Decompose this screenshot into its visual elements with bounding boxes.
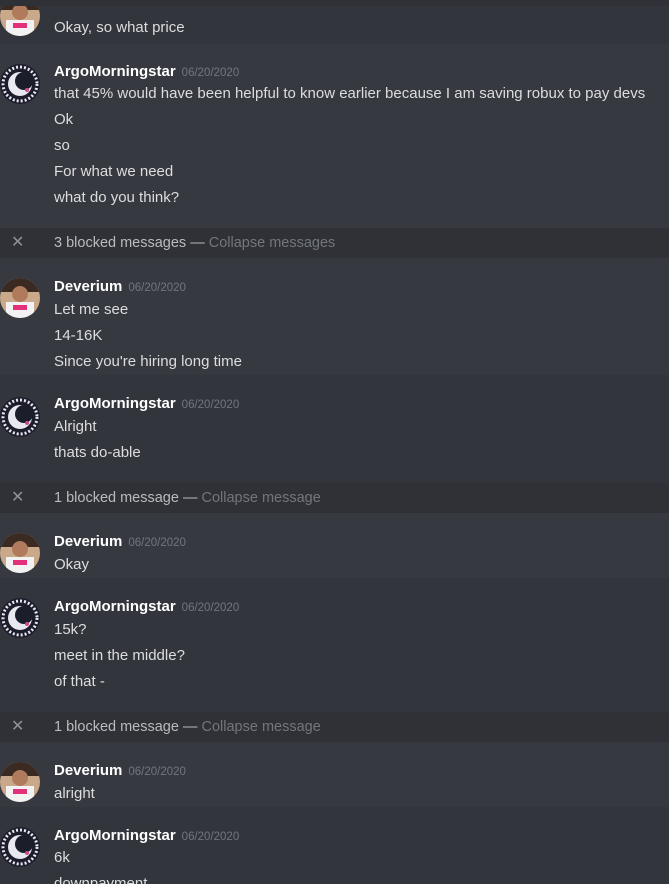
message-group: ArgoMorningstar 06/20/2020 Alright thats … — [0, 375, 669, 483]
close-icon[interactable]: ✕ — [11, 489, 25, 507]
message-text: Alright — [54, 418, 97, 435]
message-group: ArgoMorningstar 06/20/2020 6k downpayment — [0, 807, 669, 884]
avatar-deverium[interactable] — [0, 533, 40, 573]
message-text: downpayment — [54, 875, 148, 884]
blocked-messages-bar: ✕ 3 blocked messages — Collapse messages — [0, 228, 669, 258]
avatar-argomorningstar[interactable] — [0, 827, 40, 867]
message-text: thats do-able — [54, 444, 141, 461]
message-text: alright — [54, 785, 95, 802]
username[interactable]: Deverium — [54, 762, 122, 779]
message-text: Let me see — [54, 301, 129, 318]
avatar-argomorningstar[interactable] — [0, 64, 40, 104]
message-text: 14-16K — [54, 327, 103, 344]
message-timestamp: 06/20/2020 — [128, 282, 186, 294]
message-text: 15k? — [54, 621, 87, 638]
separator: — — [178, 719, 202, 735]
message-text: 6k — [54, 849, 70, 866]
separator: — — [186, 235, 209, 251]
username[interactable]: ArgoMorningstar — [54, 598, 176, 615]
message-timestamp: 06/20/2020 — [181, 399, 240, 411]
message-group: Deverium 06/20/2020 Okay — [0, 513, 669, 578]
message-timestamp: 06/20/2020 — [128, 537, 186, 549]
message-timestamp: 06/20/2020 — [128, 766, 186, 778]
collapse-message-link[interactable]: Collapse message — [202, 719, 321, 735]
message-group: Deverium 06/20/2020 alright — [0, 742, 669, 807]
message-header: Deverium 06/20/2020 — [54, 533, 186, 551]
username[interactable]: ArgoMorningstar — [54, 395, 176, 412]
message-text: what do you think? — [54, 189, 180, 206]
username[interactable]: Deverium — [54, 278, 122, 295]
message-text: of that - — [54, 673, 105, 690]
avatar-deverium[interactable] — [0, 762, 40, 802]
blocked-messages-bar: ✕ 1 blocked message — Collapse message — [0, 712, 669, 742]
message-text: that 45% would have been helpful to know… — [54, 85, 646, 102]
message-group: Deverium06/20/2020 Okay, so what price — [0, 0, 669, 44]
message-group: ArgoMorningstar 06/20/2020 that 45% would… — [0, 44, 669, 228]
username[interactable]: Deverium — [54, 533, 122, 550]
message-text: For what we need — [54, 163, 174, 180]
chat-message-list[interactable]: Deverium06/20/2020 Okay, so what price A… — [0, 0, 669, 884]
message-header: ArgoMorningstar 06/20/2020 — [54, 395, 239, 413]
message-text: Okay — [54, 556, 90, 573]
message-timestamp: 06/20/2020 — [181, 602, 240, 614]
message-text: so — [54, 137, 70, 154]
message-text: meet in the middle? — [54, 647, 185, 664]
collapse-messages-link[interactable]: Collapse messages — [209, 235, 336, 251]
collapse-message-link[interactable]: Collapse message — [202, 490, 321, 506]
avatar-argomorningstar[interactable] — [0, 397, 40, 437]
avatar-argomorningstar[interactable] — [0, 598, 40, 638]
message-header: ArgoMorningstar 06/20/2020 — [54, 63, 239, 81]
message-text: Ok — [54, 111, 74, 128]
message-header: Deverium 06/20/2020 — [54, 278, 186, 296]
blocked-count-label: 1 blocked message — [54, 719, 179, 735]
blocked-count-label: 1 blocked message — [54, 490, 179, 506]
message-header: Deverium 06/20/2020 — [54, 762, 186, 780]
username[interactable]: ArgoMorningstar — [54, 63, 176, 80]
message-header: ArgoMorningstar 06/20/2020 — [54, 827, 239, 845]
blocked-messages-bar: ✕ 1 blocked message — Collapse message — [0, 483, 669, 513]
separator: — — [178, 490, 202, 506]
close-icon[interactable]: ✕ — [11, 234, 25, 252]
message-group: ArgoMorningstar 06/20/2020 15k? meet in t… — [0, 578, 669, 712]
message-group: Deverium 06/20/2020 Let me see 14-16K Sin… — [0, 258, 669, 375]
channel-top-edge — [0, 0, 669, 6]
close-icon[interactable]: ✕ — [11, 718, 25, 736]
message-header: ArgoMorningstar 06/20/2020 — [54, 598, 239, 616]
blocked-count-label: 3 blocked messages — [54, 235, 187, 251]
message-timestamp: 06/20/2020 — [181, 67, 240, 79]
avatar-deverium[interactable] — [0, 278, 40, 318]
message-timestamp: 06/20/2020 — [181, 831, 240, 843]
message-text: Okay, so what price — [54, 19, 185, 36]
username[interactable]: ArgoMorningstar — [54, 827, 176, 844]
message-text: Since you're hiring long time — [54, 353, 242, 370]
